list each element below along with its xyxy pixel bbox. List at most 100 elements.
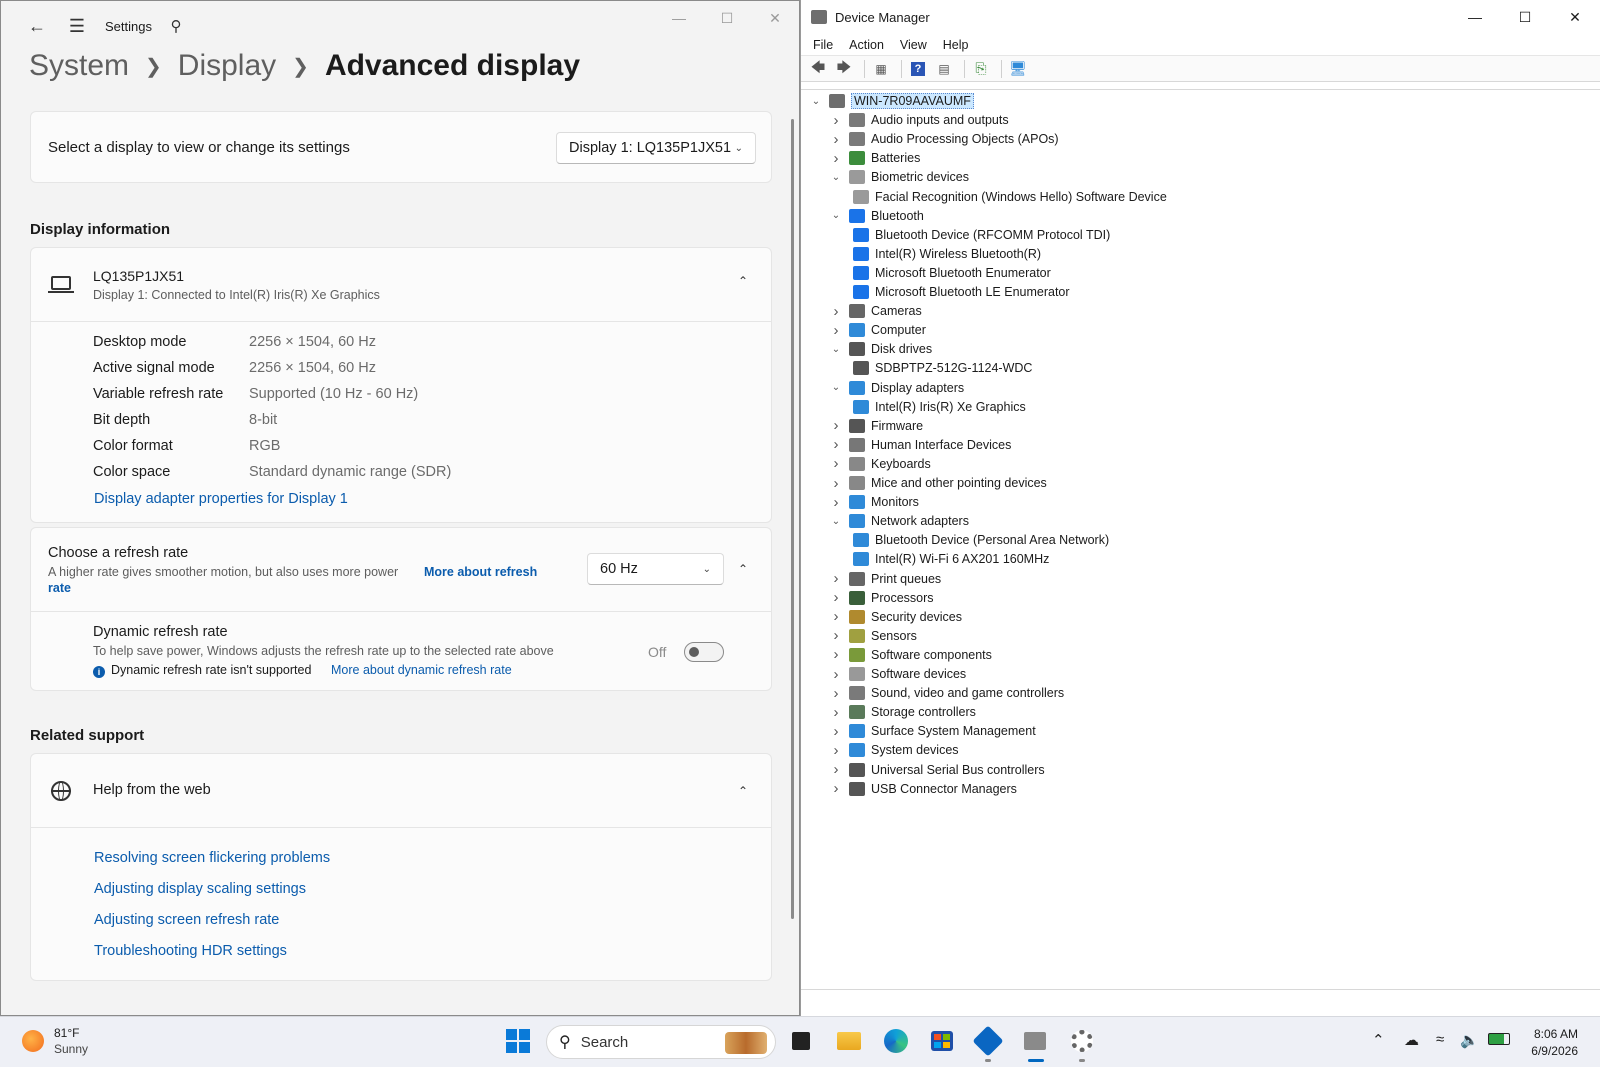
back-arrow-icon[interactable]: 🡄 bbox=[807, 59, 829, 79]
task-view-icon[interactable] bbox=[786, 1026, 816, 1056]
maximize-button[interactable]: ☐ bbox=[1500, 0, 1550, 34]
power-automate-icon[interactable] bbox=[972, 1025, 1004, 1062]
chevron-down-icon[interactable]: ⌄ bbox=[829, 210, 843, 221]
chevron-right-icon[interactable]: › bbox=[829, 455, 843, 472]
tree-node[interactable]: › Software components bbox=[829, 646, 992, 664]
chevron-right-icon[interactable]: › bbox=[829, 475, 843, 492]
more-about-dynamic-refresh-link[interactable]: More about dynamic refresh rate bbox=[331, 663, 512, 677]
display-adapter-properties-link[interactable]: Display adapter properties for Display 1 bbox=[94, 491, 348, 507]
update-driver-icon[interactable]: ⎘ bbox=[970, 59, 992, 79]
device-manager-taskbar-icon[interactable] bbox=[1020, 1026, 1050, 1062]
tree-node[interactable]: Bluetooth Device (RFCOMM Protocol TDI) bbox=[849, 226, 1110, 244]
chevron-right-icon[interactable]: › bbox=[829, 112, 843, 129]
chevron-right-icon[interactable]: › bbox=[829, 627, 843, 644]
help-link[interactable]: Adjusting screen refresh rate bbox=[94, 912, 279, 928]
tree-node[interactable]: › Print queues bbox=[829, 570, 942, 588]
tree-node[interactable]: Bluetooth Device (Personal Area Network) bbox=[849, 531, 1109, 549]
tree-node[interactable]: › Processors bbox=[829, 589, 934, 607]
chevron-right-icon[interactable]: › bbox=[829, 131, 843, 148]
tree-node[interactable]: ⌄ Network adapters bbox=[829, 512, 969, 530]
chevron-right-icon[interactable]: › bbox=[829, 742, 843, 759]
taskbar-search[interactable]: ⚲ Search bbox=[546, 1025, 776, 1059]
properties-icon[interactable]: ▤ bbox=[933, 59, 955, 79]
help-icon[interactable]: ? bbox=[907, 59, 929, 79]
tree-node[interactable]: › Mice and other pointing devices bbox=[829, 474, 1047, 492]
tree-node[interactable]: › Audio inputs and outputs bbox=[829, 111, 1009, 129]
help-link[interactable]: Troubleshooting HDR settings bbox=[94, 943, 287, 959]
weather-widget[interactable]: 81°F Sunny bbox=[22, 1025, 88, 1057]
tree-node[interactable]: › Audio Processing Objects (APOs) bbox=[829, 130, 1059, 148]
tree-node[interactable]: › Keyboards bbox=[829, 455, 931, 473]
tree-node[interactable]: › Sensors bbox=[829, 627, 917, 645]
tree-node[interactable]: ⌄ Biometric devices bbox=[829, 168, 969, 186]
battery-icon[interactable] bbox=[1488, 1033, 1510, 1045]
chevron-up-icon[interactable]: ⌃ bbox=[738, 784, 748, 798]
chevron-right-icon[interactable]: › bbox=[829, 608, 843, 625]
chevron-up-icon[interactable]: ⌃ bbox=[738, 274, 748, 288]
chevron-right-icon[interactable]: › bbox=[829, 436, 843, 453]
chevron-down-icon[interactable]: ⌄ bbox=[809, 96, 823, 107]
chevron-right-icon[interactable]: › bbox=[829, 761, 843, 778]
minimize-button[interactable]: — bbox=[1450, 0, 1500, 34]
chevron-down-icon[interactable]: ⌄ bbox=[829, 172, 843, 183]
display-select[interactable]: Display 1: LQ135P1JX51 ⌄ bbox=[556, 132, 756, 164]
chevron-down-icon[interactable]: ⌄ bbox=[829, 344, 843, 355]
tree-node[interactable]: Microsoft Bluetooth Enumerator bbox=[849, 264, 1051, 282]
chevron-right-icon[interactable]: › bbox=[829, 685, 843, 702]
show-hide-tree-icon[interactable]: ▦ bbox=[870, 59, 892, 79]
tree-node[interactable]: › Surface System Management bbox=[829, 722, 1036, 740]
tree-node[interactable]: ⌄ Display adapters bbox=[829, 379, 964, 397]
tree-node[interactable]: › Storage controllers bbox=[829, 703, 976, 721]
chevron-right-icon[interactable]: › bbox=[829, 303, 843, 320]
file-explorer-icon[interactable] bbox=[834, 1026, 864, 1056]
tree-node[interactable]: › Monitors bbox=[829, 493, 919, 511]
chevron-right-icon[interactable]: › bbox=[829, 150, 843, 167]
breadcrumb-system[interactable]: System bbox=[29, 49, 129, 83]
chevron-right-icon[interactable]: › bbox=[829, 704, 843, 721]
tree-node[interactable]: › Universal Serial Bus controllers bbox=[829, 761, 1045, 779]
tree-node[interactable]: › Human Interface Devices bbox=[829, 436, 1012, 454]
close-button[interactable]: ✕ bbox=[751, 1, 799, 35]
menu-help[interactable]: Help bbox=[943, 38, 969, 52]
hamburger-menu-icon[interactable]: ☰ bbox=[57, 10, 97, 42]
tree-node[interactable]: ⌄ Disk drives bbox=[829, 340, 932, 358]
chevron-up-icon[interactable]: ⌃ bbox=[738, 562, 748, 576]
chevron-down-icon[interactable]: ⌄ bbox=[829, 382, 843, 393]
settings-gear-icon[interactable] bbox=[1067, 1026, 1097, 1062]
store-icon[interactable] bbox=[927, 1026, 957, 1056]
tree-node[interactable]: › Computer bbox=[829, 321, 926, 339]
forward-arrow-icon[interactable]: 🡆 bbox=[833, 59, 855, 79]
search-icon[interactable]: ⚲ bbox=[164, 10, 188, 42]
chevron-right-icon[interactable]: › bbox=[829, 494, 843, 511]
maximize-button[interactable]: ☐ bbox=[703, 1, 751, 35]
close-button[interactable]: ✕ bbox=[1550, 0, 1600, 34]
tree-node[interactable]: › Sound, video and game controllers bbox=[829, 684, 1065, 702]
start-button[interactable] bbox=[503, 1026, 533, 1056]
chevron-right-icon[interactable]: › bbox=[829, 322, 843, 339]
tree-node[interactable]: › Batteries bbox=[829, 149, 921, 167]
menu-view[interactable]: View bbox=[900, 38, 927, 52]
tree-node[interactable]: Intel(R) Iris(R) Xe Graphics bbox=[849, 398, 1026, 416]
menu-file[interactable]: File bbox=[813, 38, 833, 52]
settings-scrollbar[interactable] bbox=[791, 119, 794, 919]
tree-root[interactable]: ⌄ WIN-7R09AAVAUMF bbox=[809, 92, 974, 110]
tree-node[interactable]: Intel(R) Wi-Fi 6 AX201 160MHz bbox=[849, 550, 1049, 568]
back-arrow-icon[interactable]: ← bbox=[17, 10, 57, 42]
refresh-rate-select[interactable]: 60 Hz ⌄ bbox=[587, 553, 724, 585]
edge-icon[interactable] bbox=[881, 1026, 911, 1056]
cloud-off-icon[interactable]: ☁ bbox=[1404, 1031, 1419, 1049]
dynamic-refresh-toggle[interactable] bbox=[684, 642, 724, 662]
scan-hardware-icon[interactable]: 🖥 bbox=[1007, 59, 1029, 79]
more-about-refresh-link[interactable]: More about refresh bbox=[424, 565, 537, 579]
tree-node[interactable]: Microsoft Bluetooth LE Enumerator bbox=[849, 283, 1070, 301]
tree-node[interactable]: ⌄ Bluetooth bbox=[829, 207, 924, 225]
tree-node[interactable]: SDBPTPZ-512G-1124-WDC bbox=[849, 359, 1032, 377]
tree-node[interactable]: Intel(R) Wireless Bluetooth(R) bbox=[849, 245, 1041, 263]
tree-node[interactable]: › System devices bbox=[829, 741, 959, 759]
chevron-right-icon[interactable]: › bbox=[829, 646, 843, 663]
system-clock[interactable]: 8:06 AM 6/9/2026 bbox=[1531, 1026, 1578, 1060]
chevron-right-icon[interactable]: › bbox=[829, 666, 843, 683]
chevron-right-icon[interactable]: › bbox=[829, 570, 843, 587]
breadcrumb-display[interactable]: Display bbox=[178, 49, 276, 83]
chevron-down-icon[interactable]: ⌄ bbox=[829, 516, 843, 527]
